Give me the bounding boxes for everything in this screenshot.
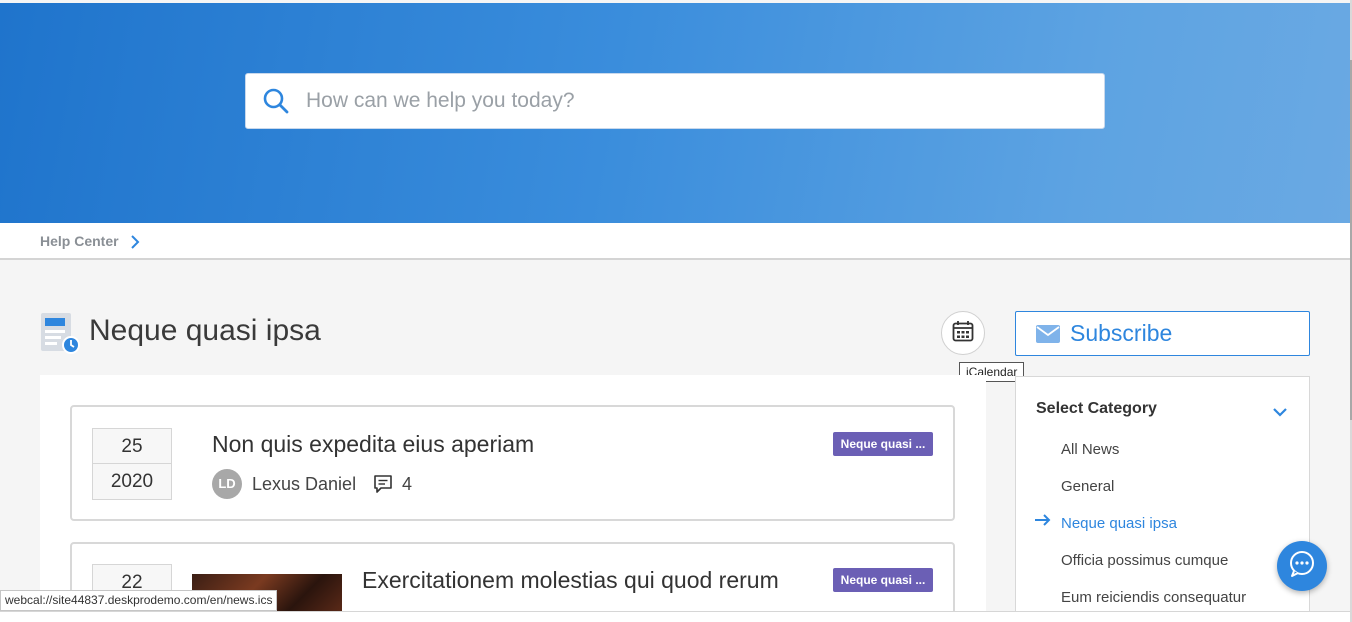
article-card[interactable] bbox=[70, 405, 955, 521]
category-item-neque-quasi-ipsa[interactable]: Neque quasi ipsa bbox=[1061, 515, 1177, 532]
chat-icon bbox=[1288, 550, 1316, 583]
comment-icon bbox=[373, 474, 393, 499]
search-input[interactable] bbox=[306, 89, 1066, 113]
category-heading[interactable]: Select Category bbox=[1036, 400, 1157, 418]
article-date: 25 2020 bbox=[92, 428, 172, 500]
search-box[interactable] bbox=[245, 73, 1105, 129]
icalendar-button[interactable] bbox=[941, 311, 985, 355]
article-category-tag[interactable]: Neque quasi ... bbox=[833, 432, 933, 456]
breadcrumb: Help Center bbox=[0, 223, 1350, 260]
article-title[interactable]: Exercitationem molestias qui quod rerum bbox=[362, 567, 779, 594]
search-icon bbox=[246, 73, 306, 129]
envelope-icon bbox=[1036, 324, 1060, 343]
article-year: 2020 bbox=[110, 471, 154, 492]
article-title[interactable]: Non quis expedita eius aperiam bbox=[212, 431, 534, 458]
chevron-right-icon bbox=[130, 235, 140, 254]
chat-button[interactable] bbox=[1277, 541, 1327, 591]
subscribe-button[interactable]: Subscribe bbox=[1015, 311, 1310, 356]
avatar: LD bbox=[212, 469, 242, 499]
category-item-all-news[interactable]: All News bbox=[1061, 441, 1119, 458]
status-bar-url: webcal://site44837.deskprodemo.com/en/ne… bbox=[0, 590, 278, 611]
comment-count: 4 bbox=[402, 474, 413, 494]
category-item-general[interactable]: General bbox=[1061, 478, 1114, 495]
footer-edge bbox=[0, 611, 1350, 622]
article-category-tag[interactable]: Neque quasi ... bbox=[833, 568, 933, 592]
category-item-officia-possimus-cumque[interactable]: Officia possimus cumque bbox=[1061, 552, 1228, 569]
article-day: 25 bbox=[93, 429, 171, 464]
calendar-icon bbox=[952, 320, 974, 347]
subscribe-label: Subscribe bbox=[1070, 320, 1173, 346]
chevron-down-icon[interactable] bbox=[1272, 405, 1288, 423]
article-author: Lexus Daniel bbox=[252, 474, 357, 494]
arrow-right-icon bbox=[1034, 513, 1052, 532]
page-title: Neque quasi ipsa bbox=[89, 314, 321, 347]
breadcrumb-help-center[interactable]: Help Center bbox=[40, 233, 119, 249]
category-item-eum-reiciendis-consequatur[interactable]: Eum reiciendis consequatur bbox=[1061, 589, 1246, 606]
news-page-icon bbox=[40, 312, 80, 359]
